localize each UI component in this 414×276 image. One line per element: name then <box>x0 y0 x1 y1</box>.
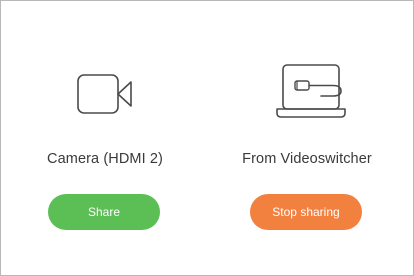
laptop-icon-wrap <box>207 63 407 125</box>
source-videoswitcher: From Videoswitcher Stop sharing <box>207 63 407 243</box>
source-label: Camera (HDMI 2) <box>47 151 163 167</box>
share-panel: Camera (HDMI 2) Share From Videoswitcher… <box>0 0 414 276</box>
camera-icon-wrap <box>5 63 205 125</box>
stop-sharing-button[interactable]: Stop sharing <box>250 194 362 230</box>
source-label: From Videoswitcher <box>242 151 372 167</box>
source-camera-hdmi2: Camera (HDMI 2) Share <box>5 63 205 243</box>
camera-icon <box>77 74 132 114</box>
laptop-cable-icon <box>276 64 346 118</box>
share-button[interactable]: Share <box>48 194 160 230</box>
